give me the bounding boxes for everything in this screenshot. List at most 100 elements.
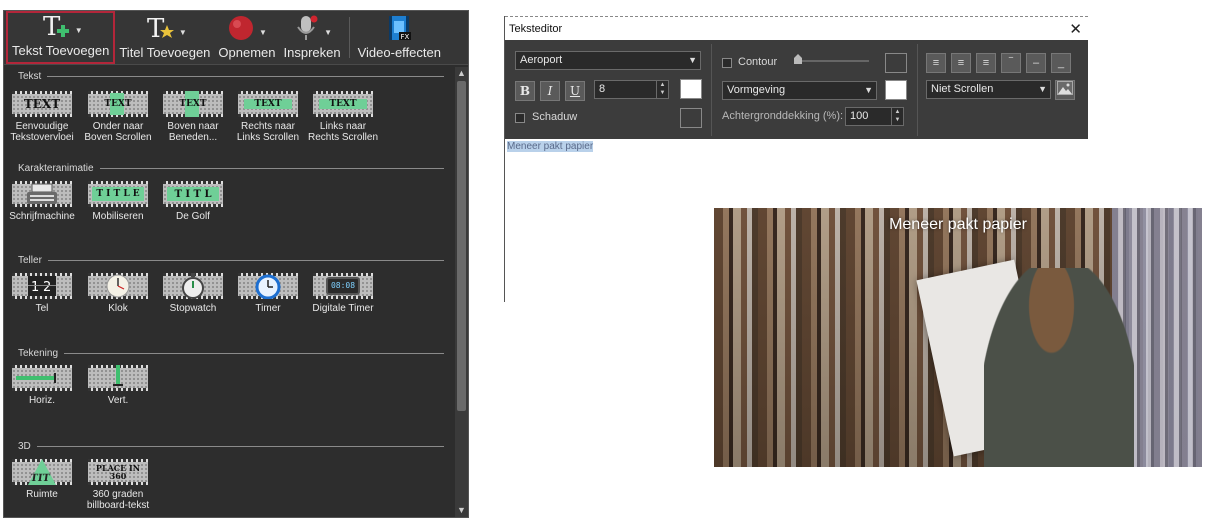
text-add-icon: T ▼ [42,12,83,41]
align-right-icon[interactable]: ≡ [976,53,996,73]
narrate-button[interactable]: ▼ Inspreken [280,11,345,64]
align-middle-icon[interactable]: – [1026,53,1046,73]
video-effects-button[interactable]: FX Video-effecten [354,11,445,64]
bg-opacity-stepper[interactable]: 100 ▲ ▼ [845,107,904,126]
effect-count[interactable]: 12 Tel [4,273,81,314]
chevron-down-icon: ▼ [688,55,697,65]
scrollbar-thumb[interactable] [457,81,466,411]
effect-space[interactable]: TIT Ruimte [4,459,81,500]
microphone-icon: ▼ [292,13,332,43]
add-title-button[interactable]: T ▼ Titel Toevoegen [115,11,214,64]
effect-thumbnail [88,273,148,299]
category-header-karakteranimatie: Karakteranimatie [18,163,444,174]
effect-top-to-bottom[interactable]: TEXT Boven naar Beneden... [154,91,232,143]
effect-label: Timer [255,303,281,314]
effect-clock[interactable]: Klok [79,273,157,314]
background-color-swatch[interactable] [885,80,907,100]
thumb-text: PLACE IN 360 [95,463,141,481]
shadow-checkbox[interactable] [515,113,525,123]
record-button[interactable]: ▼ Opnemen [214,11,279,64]
style-dropdown[interactable]: Vormgeving ▼ [722,81,877,100]
effect-label: Schrijfmachine [9,211,75,222]
contour-checkbox[interactable] [722,58,732,68]
effect-thumbnail [12,365,72,391]
font-dropdown[interactable]: Aeroport ▼ [515,51,701,70]
toolbar-separator [348,17,350,58]
category-header-teller: Teller [18,255,444,266]
italic-button[interactable]: I [540,81,560,101]
effect-label: Onder naar Boven Scrollen [84,121,152,143]
category-title: Tekst [18,71,42,82]
scroll-down-icon[interactable]: ▼ [455,504,468,517]
svg-text:TIT: TIT [29,473,51,484]
toolbar: T ▼ Tekst Toevoegen T ▼ Titel Toevoegen … [4,11,468,65]
close-icon[interactable]: ✕ [1069,20,1082,38]
video-preview: Meneer pakt papier [714,208,1202,467]
vertical-line-icon [113,365,123,386]
align-bottom-icon[interactable]: _ [1051,53,1071,73]
effect-thumbnail [163,273,223,299]
font-value: Aeroport [520,54,563,66]
effect-stopwatch[interactable]: Stopwatch [154,273,232,314]
effect-timer[interactable]: Timer [229,273,307,314]
effect-the-wave[interactable]: T I T L De Golf [154,181,232,222]
effect-horizontal[interactable]: Horiz. [4,365,81,406]
horizontal-line-icon [16,373,56,383]
effect-thumbnail: T I T L [163,181,223,207]
svg-text:T: T [43,12,61,41]
preview-image-person [984,268,1134,467]
add-text-button[interactable]: T ▼ Tekst Toevoegen [6,11,116,64]
thumb-text: TEXT [23,97,61,111]
align-top-icon[interactable]: ‾ [1001,53,1021,73]
effect-label: 360 graden billboard-tekst [86,489,150,511]
stepper-arrows-icon[interactable]: ▲ ▼ [656,81,668,98]
timer-icon [255,274,281,299]
effect-right-to-left[interactable]: TEXT Rechts naar Links Scrollen [229,91,307,143]
text-color-swatch[interactable] [680,79,702,99]
digital-timer-display: 08:08 [326,277,360,295]
preview-caption[interactable]: Meneer pakt papier [714,216,1202,234]
effect-label: Vert. [107,395,129,406]
svg-text:T: T [147,14,165,43]
effect-bottom-to-top[interactable]: TEXT Onder naar Boven Scrollen [79,91,157,143]
contour-color-swatch[interactable] [885,53,907,73]
library-scrollbar[interactable]: ▲ ▼ [455,67,468,517]
scroll-value: Niet Scrollen [931,83,994,95]
effect-thumbnail [12,181,72,207]
stepper-arrows-icon[interactable]: ▲ ▼ [891,108,903,125]
effect-vertical[interactable]: Vert. [79,365,157,406]
contour-slider-track[interactable] [795,60,869,62]
background-image-icon[interactable] [1055,80,1075,100]
align-left-icon[interactable]: ≡ [926,53,946,73]
scroll-dropdown[interactable]: Niet Scrollen ▼ [926,80,1051,99]
effect-360-billboard[interactable]: PLACE IN 360 360 graden billboard-tekst [79,459,157,511]
contour-slider-handle[interactable] [794,54,802,64]
font-size-stepper[interactable]: 8 ▲ ▼ [594,80,669,99]
chevron-down-icon: ▼ [1038,84,1047,94]
record-label: Opnemen [218,45,276,60]
typewriter-icon [27,183,57,204]
align-center-icon[interactable]: ≡ [951,53,971,73]
effect-left-to-right[interactable]: TEXT Links naar Rechts Scrollen [304,91,382,143]
effect-thumbnail [238,273,298,299]
title-add-icon: T ▼ [146,14,187,43]
effect-simple-text-flow[interactable]: TEXT Eenvoudige Tekstovervloei [4,91,81,143]
thumb-text: TEXT [179,99,207,109]
editor-text-area[interactable]: Meneer pakt papier [507,141,594,152]
editor-controls: Aeroport ▼ B I U 8 ▲ ▼ Schaduw Contour Vo… [505,40,1088,139]
scroll-up-icon[interactable]: ▲ [455,67,468,80]
effect-typewriter[interactable]: Schrijfmachine [4,181,81,222]
effect-label: Mobiliseren [92,211,144,222]
effect-digital-timer[interactable]: 08:08 Digitale Timer [304,273,382,314]
bold-button[interactable]: B [515,81,535,101]
effect-thumbnail [88,365,148,391]
shadow-color-swatch[interactable] [680,108,702,128]
contour-label: Contour [738,56,778,68]
add-text-label: Tekst Toevoegen [12,43,110,58]
effect-thumbnail: PLACE IN 360 [88,459,148,485]
effect-mobilize[interactable]: T I T L E Mobiliseren [79,181,157,222]
effect-label: Klok [108,303,128,314]
effect-label: Links naar Rechts Scrollen [307,121,379,143]
underline-button[interactable]: U [565,81,585,101]
effect-thumbnail: TEXT [238,91,298,117]
